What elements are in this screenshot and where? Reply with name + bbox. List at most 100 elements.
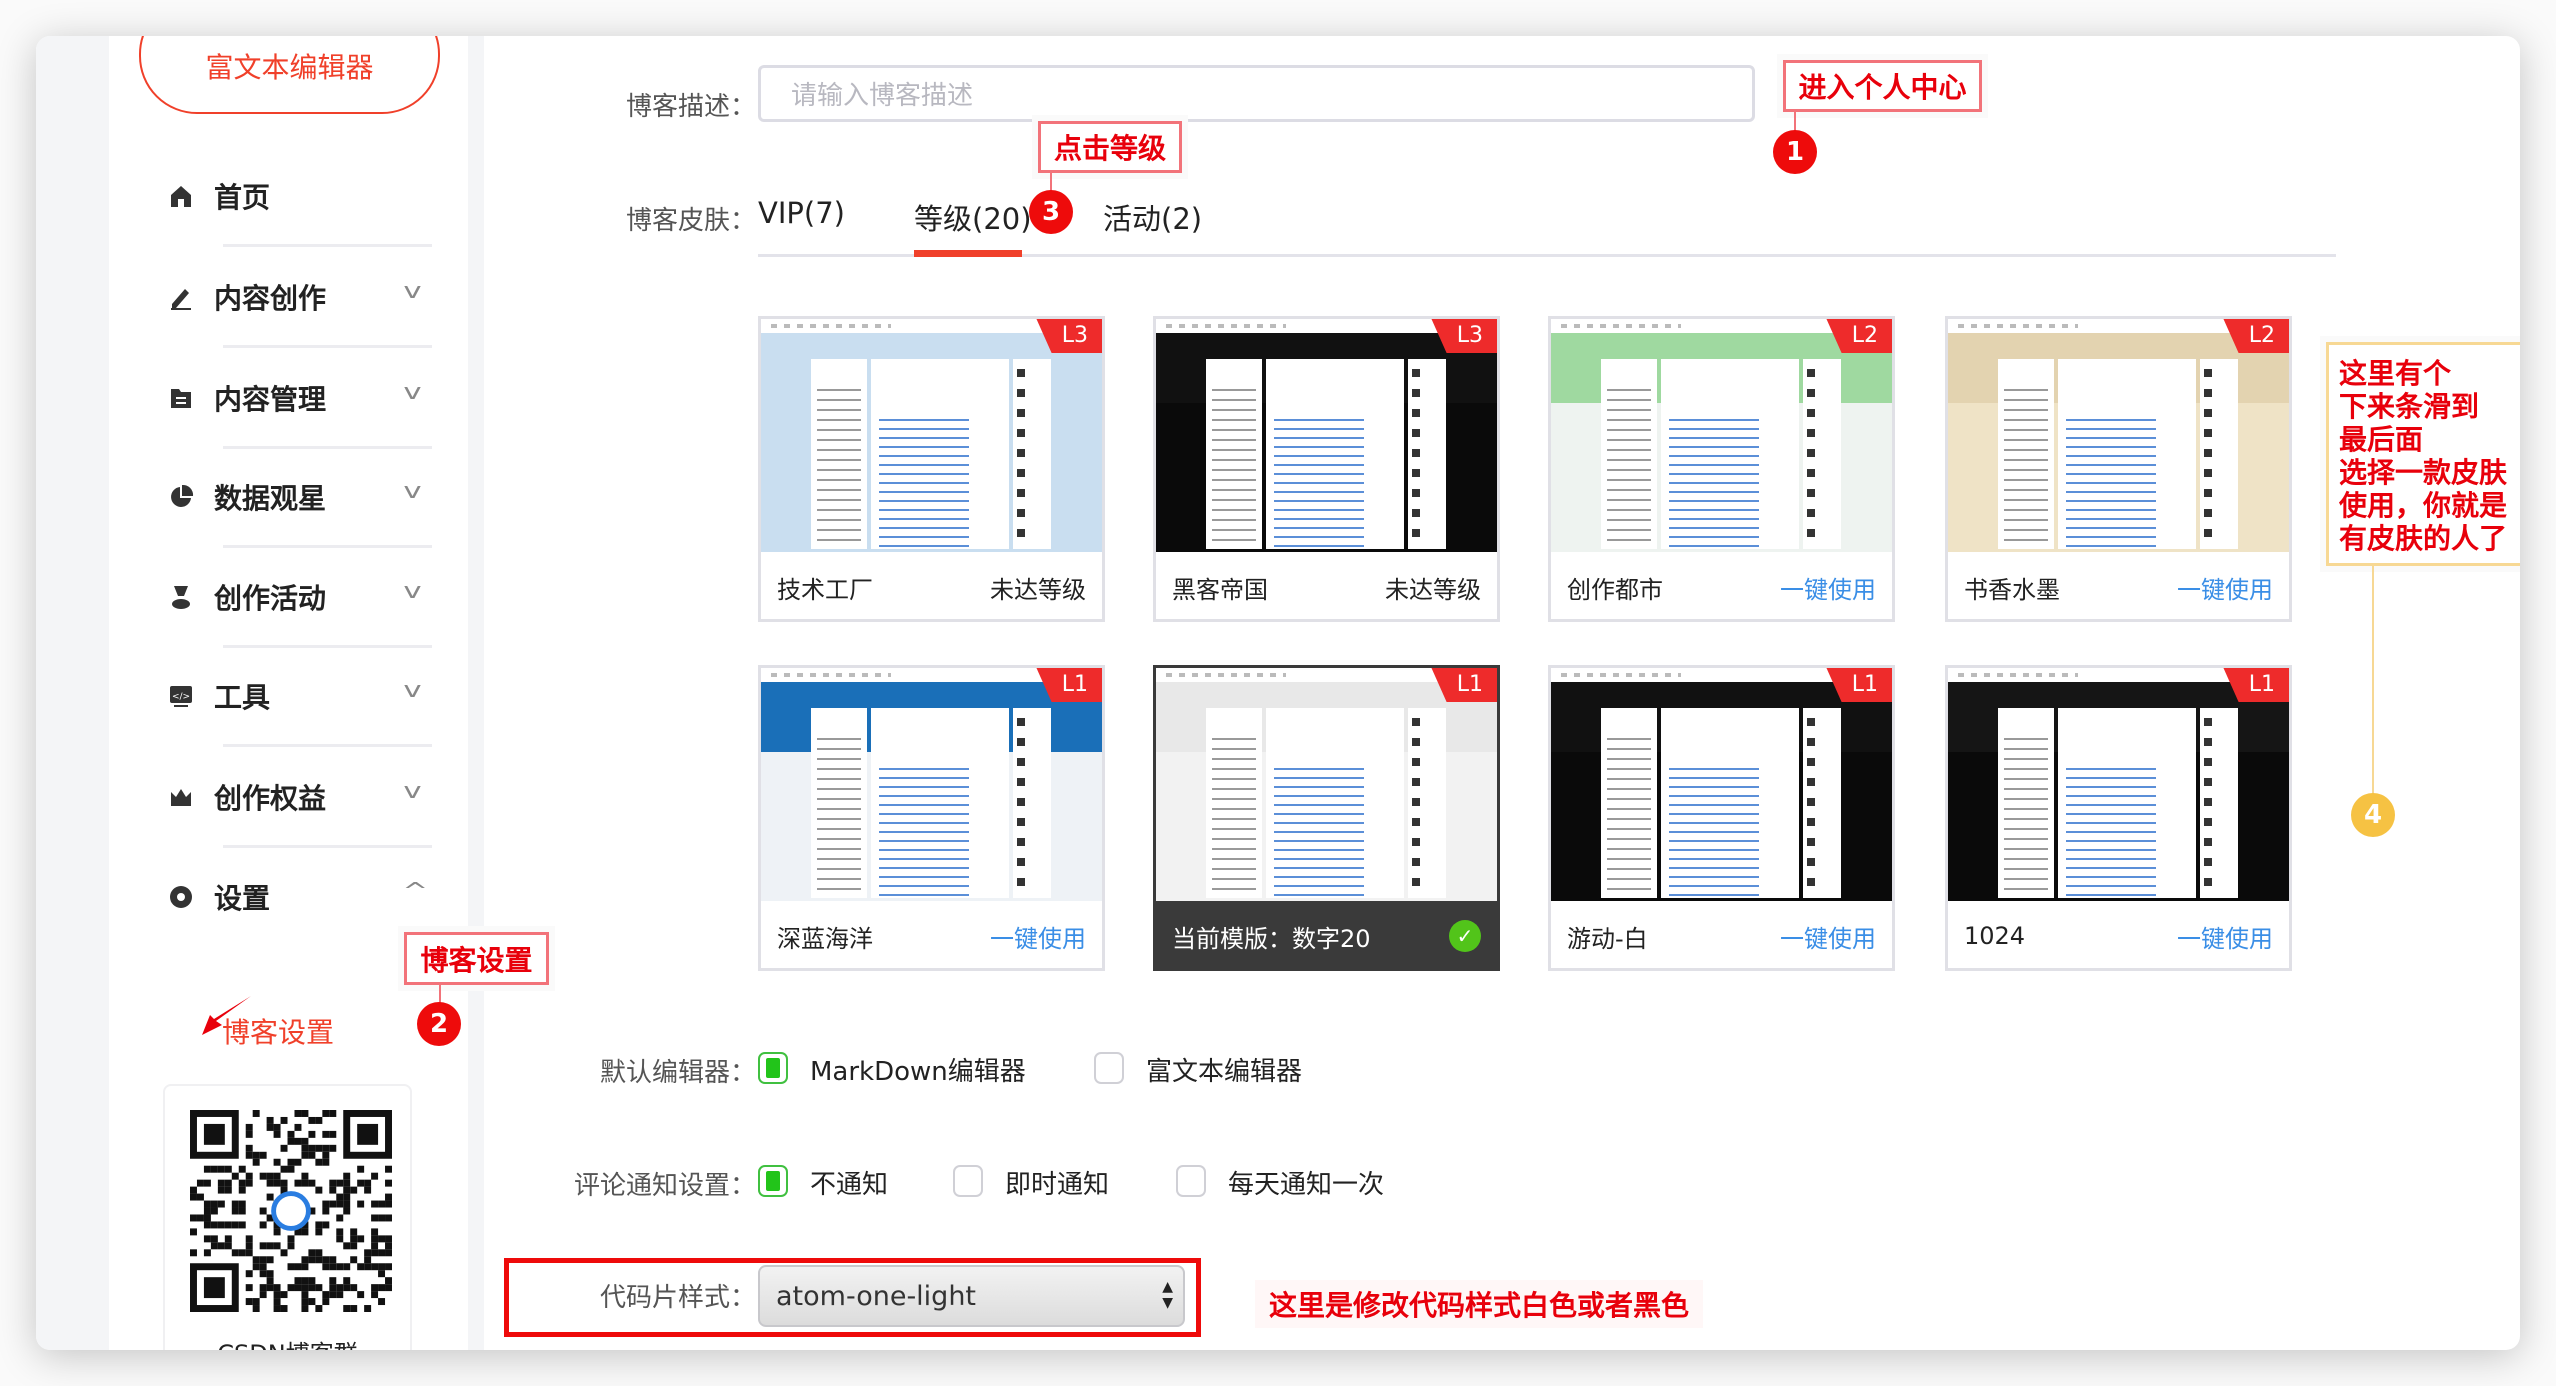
tab-level[interactable]: 等级(20) (914, 196, 1032, 238)
skin-preview (1948, 319, 2289, 552)
blog-skin-label: 博客皮肤： (625, 206, 756, 236)
svg-text:</>: </> (172, 692, 190, 702)
sidebar-item-label: 设置 (214, 882, 271, 915)
use-skin-button[interactable]: 一键使用 (990, 919, 1086, 954)
skin-preview (1551, 319, 1892, 552)
skin-name: 深蓝海洋 (777, 924, 873, 953)
tab-activity[interactable]: 活动(2) (1103, 196, 1202, 238)
sidebar-item-5[interactable]: </> 工具 v (166, 666, 466, 726)
blog-description-input[interactable]: 请输入博客描述 (758, 65, 1755, 122)
skin-name: 1024 (1964, 922, 2026, 950)
skin-name: 当前模版：数字20 (1172, 924, 1371, 953)
skin-status: 未达等级 (1385, 575, 1481, 604)
sidebar-divider (223, 845, 432, 848)
instant-notify-option[interactable]: 即时通知 (1005, 1164, 1109, 1201)
qr-code-icon (190, 1110, 392, 1312)
skin-name: 游动-白 (1567, 924, 1648, 953)
chevron-up-icon: ^ (402, 879, 429, 904)
sidebar-item-1[interactable]: 内容创作 v (166, 267, 466, 327)
skin-preview (1948, 668, 2289, 901)
sidebar-item-2[interactable]: 内容管理 v (166, 368, 466, 428)
skin-card[interactable]: L3 黑客帝国 未达等级 (1153, 316, 1500, 622)
code-style-select[interactable]: atom-one-light ▲ ▼ (758, 1265, 1185, 1327)
instant-notify-checkbox[interactable] (953, 1165, 983, 1197)
home-icon (166, 181, 196, 211)
gear-icon (166, 882, 196, 912)
code-style-value: atom-one-light (776, 1280, 977, 1312)
sidebar-item-label: 内容管理 (214, 383, 327, 416)
folder-icon (166, 383, 196, 413)
rich-text-editor-checkbox[interactable] (1094, 1052, 1124, 1084)
annotation-badge-1: 1 (1773, 130, 1817, 174)
arrow-icon (202, 996, 251, 1035)
skin-card[interactable]: L1 当前模版：数字20 ✓ (1153, 665, 1500, 971)
skin-card[interactable]: L2 书香水墨 一键使用 (1945, 316, 2292, 622)
skin-status: 未达等级 (990, 575, 1086, 604)
skin-name: 创作都市 (1567, 575, 1663, 604)
use-skin-button[interactable]: 一键使用 (2177, 919, 2273, 954)
annotation-personal-center: 进入个人中心 (1783, 60, 1982, 112)
skin-preview (1551, 668, 1892, 901)
chevron-down-icon: v (403, 380, 422, 405)
skin-card[interactable]: L1 游动-白 一键使用 (1548, 665, 1895, 971)
sidebar-item-4[interactable]: 创作活动 v (166, 567, 466, 627)
skin-name: 黑客帝国 (1172, 575, 1268, 604)
check-icon: ✓ (1449, 920, 1481, 952)
use-skin-button[interactable]: 一键使用 (1780, 919, 1876, 954)
annotation-blog-settings: 博客设置 (404, 932, 549, 985)
skin-card[interactable]: L3 技术工厂 未达等级 (758, 316, 1105, 622)
tab-vip[interactable]: VIP(7) (758, 196, 845, 230)
annotation-line (439, 985, 441, 1003)
daily-notify-option[interactable]: 每天通知一次 (1228, 1164, 1384, 1201)
annotation-scroll-note: 这里有个 下来条滑到 最后面 选择一款皮肤 使用，你就是 有皮肤的人了 (2326, 342, 2520, 566)
chevron-down-icon: v (403, 479, 422, 504)
no-notify-option[interactable]: 不通知 (810, 1164, 888, 1201)
markdown-editor-checkbox[interactable] (758, 1052, 788, 1084)
comment-notify-label: 评论通知设置： (573, 1171, 756, 1201)
default-editor-label: 默认编辑器： (599, 1058, 756, 1088)
chevron-down-icon: v (403, 279, 422, 304)
no-notify-checkbox[interactable] (758, 1165, 788, 1197)
use-skin-button[interactable]: 一键使用 (1780, 570, 1876, 605)
daily-notify-checkbox[interactable] (1176, 1165, 1206, 1197)
annotation-badge-2: 2 (417, 1002, 461, 1046)
sidebar-item-label: 内容创作 (214, 282, 327, 315)
sidebar-item-0[interactable]: 首页 (166, 166, 466, 226)
annotation-click-level: 点击等级 (1038, 121, 1182, 173)
sidebar-item-label: 创作权益 (214, 782, 327, 815)
sidebar-divider (223, 244, 432, 247)
chevron-down-icon: v (403, 779, 422, 804)
rich-text-editor-button[interactable]: 富文本编辑器 (139, 36, 440, 114)
skin-preview (761, 319, 1102, 552)
trophy-icon (166, 582, 196, 612)
skin-preview (1156, 319, 1497, 552)
markdown-editor-option[interactable]: MarkDown编辑器 (810, 1051, 1026, 1088)
annotation-line (1050, 173, 1052, 191)
sidebar-divider (223, 545, 432, 548)
qr-caption: CSDN博客群 (165, 1334, 410, 1350)
annotation-badge-4: 4 (2351, 793, 2395, 837)
rich-text-editor-option[interactable]: 富文本编辑器 (1146, 1051, 1302, 1088)
skin-name: 技术工厂 (777, 575, 873, 604)
sidebar-item-3[interactable]: 数据观星 v (166, 467, 466, 527)
sidebar-item-label: 首页 (214, 181, 271, 214)
sidebar-divider (223, 645, 432, 648)
sidebar-item-7[interactable]: 设置 ^ (166, 867, 466, 927)
left-strip (36, 36, 109, 1350)
skin-preview (761, 668, 1102, 901)
code-style-label: 代码片样式： (599, 1283, 756, 1313)
pen-icon (166, 282, 196, 312)
code-icon: </> (166, 681, 196, 711)
sidebar-item-label: 创作活动 (214, 582, 327, 615)
annotation-badge-3: 3 (1029, 190, 1073, 234)
skin-card[interactable]: L1 深蓝海洋 一键使用 (758, 665, 1105, 971)
crown-icon (166, 782, 196, 812)
qr-card: CSDN博客群 (163, 1084, 412, 1350)
skin-card[interactable]: L1 1024 一键使用 (1945, 665, 2292, 971)
sidebar-item-label: 数据观星 (214, 482, 327, 515)
skin-card[interactable]: L2 创作都市 一键使用 (1548, 316, 1895, 622)
sidebar-item-6[interactable]: 创作权益 v (166, 767, 466, 827)
use-skin-button[interactable]: 一键使用 (2177, 570, 2273, 605)
blog-description-label: 博客描述： (625, 92, 756, 122)
annotation-line (2372, 566, 2374, 794)
